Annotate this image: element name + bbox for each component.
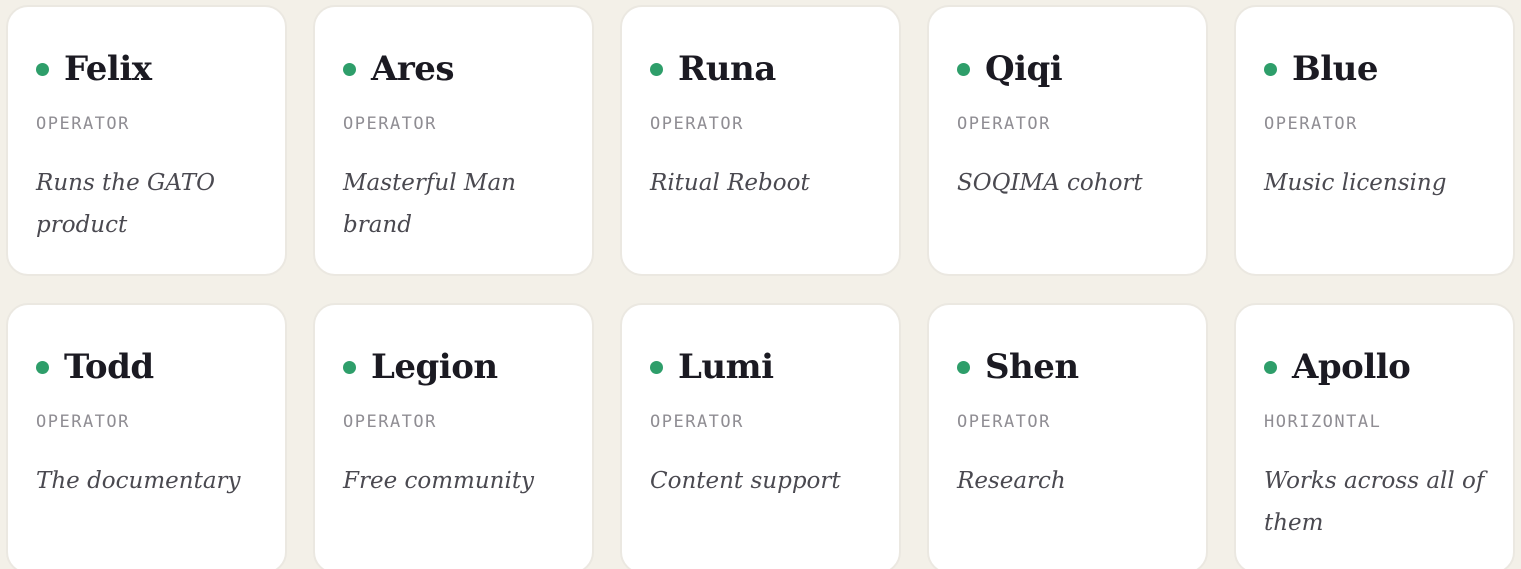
agent-card-grid: Felix OPERATOR Runs the GATO product Are… bbox=[0, 0, 1521, 569]
agent-role: OPERATOR bbox=[343, 114, 437, 134]
status-dot-icon bbox=[36, 62, 49, 76]
agent-role: OPERATOR bbox=[650, 114, 744, 134]
agent-description: Masterful Man brand bbox=[343, 170, 516, 238]
card-header: Runa bbox=[650, 49, 776, 89]
agent-card-runa[interactable]: Runa OPERATOR Ritual Reboot bbox=[620, 5, 901, 276]
agent-card-felix[interactable]: Felix OPERATOR Runs the GATO product bbox=[6, 5, 287, 276]
agent-card-todd[interactable]: Todd OPERATOR The documentary bbox=[6, 303, 287, 569]
agent-card-blue[interactable]: Blue OPERATOR Music licensing bbox=[1234, 5, 1515, 276]
agent-description: Works across all of them bbox=[1264, 468, 1485, 536]
agent-role: OPERATOR bbox=[957, 114, 1051, 134]
status-dot-icon bbox=[957, 360, 970, 374]
card-header: Shen bbox=[957, 347, 1079, 387]
status-dot-icon bbox=[343, 360, 356, 374]
agent-card-shen[interactable]: Shen OPERATOR Research bbox=[927, 303, 1208, 569]
status-dot-icon bbox=[343, 62, 356, 76]
agent-name: Todd bbox=[64, 347, 154, 387]
agent-card-lumi[interactable]: Lumi OPERATOR Content support bbox=[620, 303, 901, 569]
agent-description: Runs the GATO product bbox=[36, 170, 215, 238]
agent-description: Music licensing bbox=[1264, 170, 1447, 196]
agent-description: SOQIMA cohort bbox=[957, 170, 1143, 196]
agent-name: Runa bbox=[678, 49, 776, 89]
status-dot-icon bbox=[1264, 62, 1277, 76]
status-dot-icon bbox=[1264, 360, 1277, 374]
agent-role: OPERATOR bbox=[650, 412, 744, 432]
agent-card-qiqi[interactable]: Qiqi OPERATOR SOQIMA cohort bbox=[927, 5, 1208, 276]
agent-role: OPERATOR bbox=[36, 412, 130, 432]
agent-name: Shen bbox=[985, 347, 1079, 387]
agent-description: Ritual Reboot bbox=[650, 170, 810, 196]
agent-role: OPERATOR bbox=[957, 412, 1051, 432]
card-header: Todd bbox=[36, 347, 154, 387]
agent-description: Research bbox=[957, 468, 1066, 494]
agent-name: Ares bbox=[371, 49, 455, 89]
card-header: Ares bbox=[343, 49, 455, 89]
agent-name: Qiqi bbox=[985, 49, 1063, 89]
card-header: Lumi bbox=[650, 347, 774, 387]
card-header: Felix bbox=[36, 49, 152, 89]
agent-role: OPERATOR bbox=[36, 114, 130, 134]
agent-description: The documentary bbox=[36, 468, 241, 494]
agent-card-ares[interactable]: Ares OPERATOR Masterful Man brand bbox=[313, 5, 594, 276]
agent-card-legion[interactable]: Legion OPERATOR Free community bbox=[313, 303, 594, 569]
agent-card-apollo[interactable]: Apollo HORIZONTAL Works across all of th… bbox=[1234, 303, 1515, 569]
status-dot-icon bbox=[957, 62, 970, 76]
agent-role: HORIZONTAL bbox=[1264, 412, 1382, 432]
agent-description: Free community bbox=[343, 468, 535, 494]
card-header: Blue bbox=[1264, 49, 1379, 89]
agent-name: Legion bbox=[371, 347, 498, 387]
card-header: Legion bbox=[343, 347, 498, 387]
agent-role: OPERATOR bbox=[1264, 114, 1358, 134]
agent-name: Lumi bbox=[678, 347, 774, 387]
status-dot-icon bbox=[36, 360, 49, 374]
card-header: Qiqi bbox=[957, 49, 1063, 89]
agent-role: OPERATOR bbox=[343, 412, 437, 432]
agent-name: Felix bbox=[64, 49, 152, 89]
status-dot-icon bbox=[650, 62, 663, 76]
card-header: Apollo bbox=[1264, 347, 1411, 387]
agent-name: Blue bbox=[1292, 49, 1379, 89]
agent-name: Apollo bbox=[1292, 347, 1411, 387]
status-dot-icon bbox=[650, 360, 663, 374]
agent-description: Content support bbox=[650, 468, 841, 494]
